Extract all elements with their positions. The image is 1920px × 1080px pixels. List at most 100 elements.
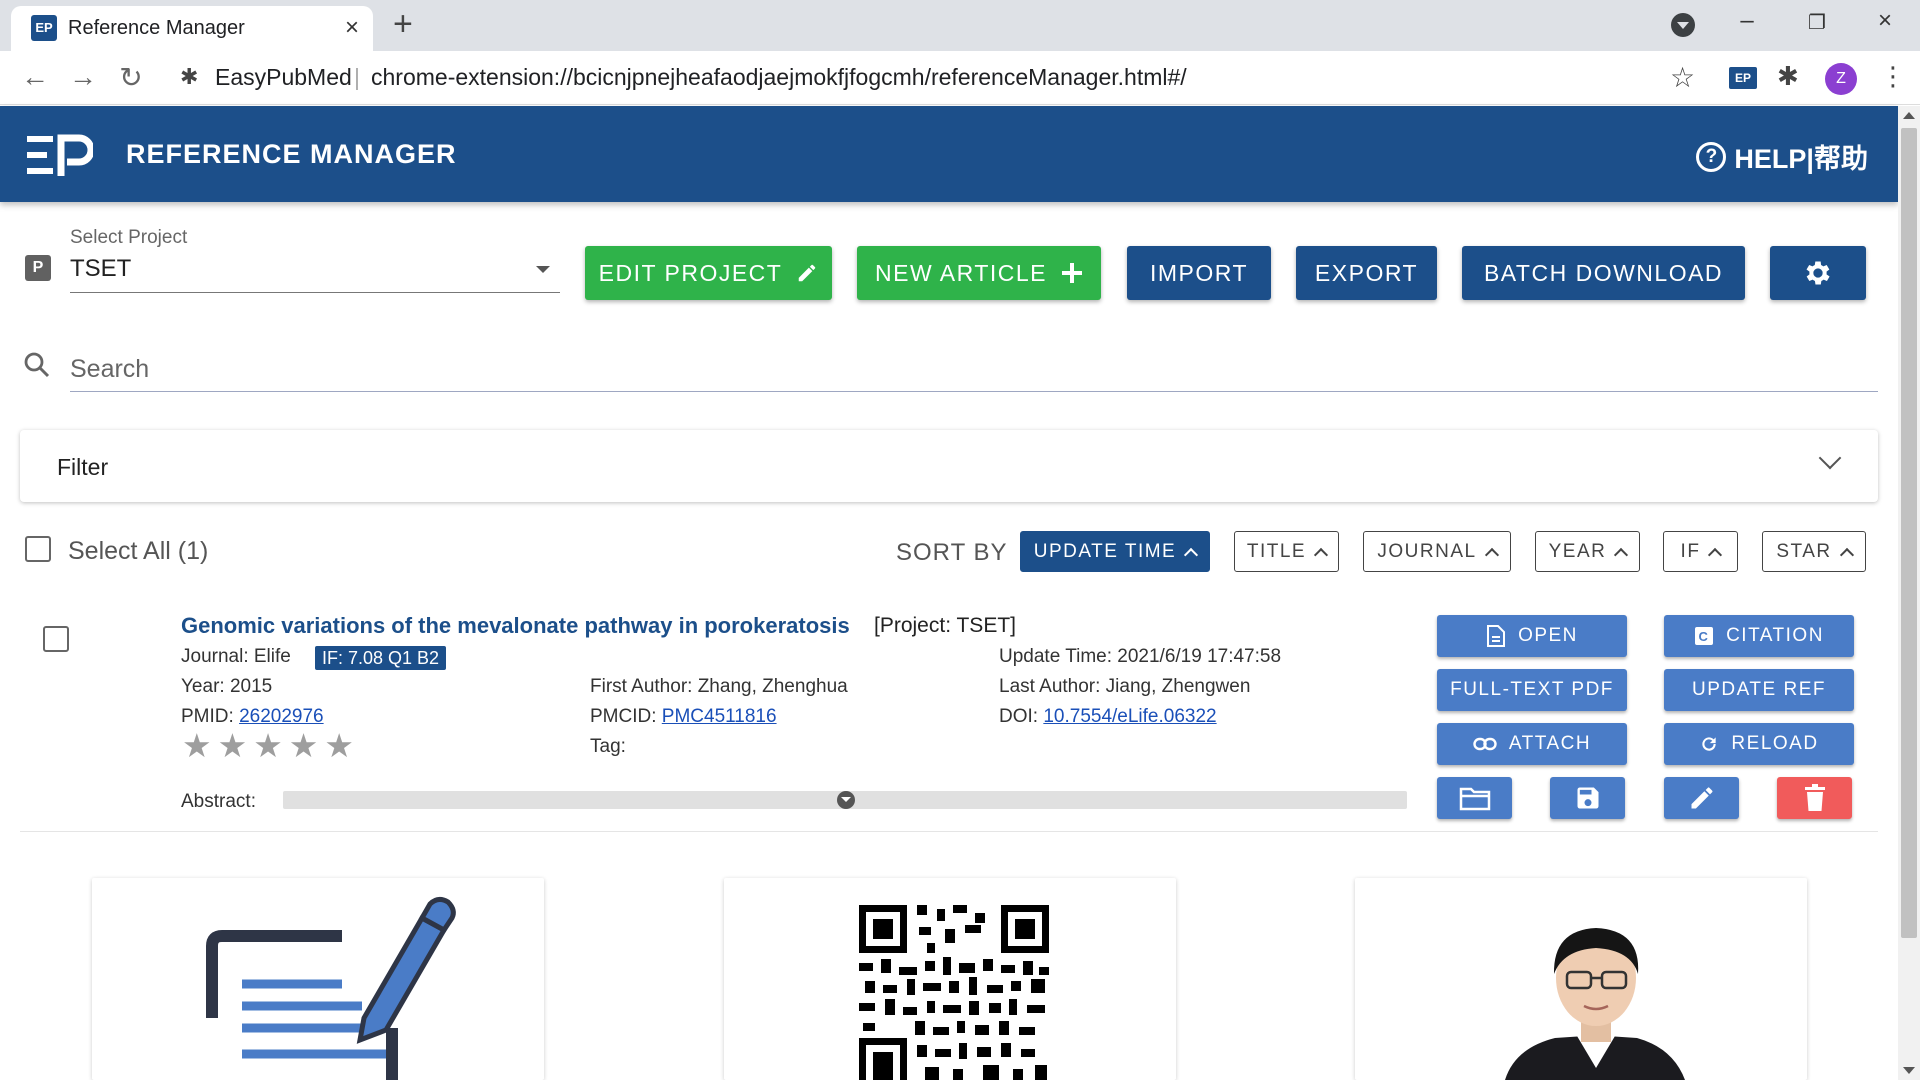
abstract-expand-icon[interactable]	[837, 791, 855, 809]
settings-button[interactable]	[1770, 246, 1866, 300]
chevron-up-icon	[1708, 547, 1723, 562]
batch-download-button[interactable]: BATCH DOWNLOAD	[1462, 246, 1745, 300]
import-button[interactable]: IMPORT	[1127, 246, 1271, 300]
sort-journal-button[interactable]: JOURNAL	[1363, 531, 1511, 572]
window-restore-button[interactable]: ❐	[1797, 10, 1837, 35]
edit-project-button[interactable]: EDIT PROJECT	[585, 246, 832, 300]
article-project-tag: [Project: TSET]	[874, 614, 1016, 637]
scroll-down-arrow-icon[interactable]	[1903, 1067, 1915, 1074]
floppy-disk-icon	[1577, 787, 1598, 809]
window-minimize-button[interactable]: –	[1727, 7, 1767, 35]
star-rating[interactable]: ★ ★ ★ ★ ★	[182, 729, 354, 762]
full-text-pdf-button[interactable]: FULL-TEXT PDF	[1437, 669, 1627, 711]
new-article-button[interactable]: NEW ARTICLE	[857, 246, 1101, 300]
attach-button[interactable]: ATTACH	[1437, 723, 1627, 765]
filter-panel[interactable]: Filter	[20, 430, 1878, 502]
easypubmed-extension-icon[interactable]: EP	[1729, 67, 1757, 89]
back-arrow-icon[interactable]: ←	[17, 61, 53, 93]
document-icon	[1487, 625, 1506, 647]
easypubmed-favicon-icon: EP	[31, 15, 57, 41]
pencil-icon	[799, 264, 816, 282]
search-icon	[24, 352, 50, 378]
citation-label: CITATION	[1726, 625, 1824, 646]
extensions-puzzle-icon[interactable]: ✱	[1777, 61, 1799, 92]
omnibox-extension-name[interactable]: EasyPubMed	[215, 64, 352, 91]
pmid-label: PMID:	[181, 706, 240, 727]
tab-title: Reference Manager	[68, 17, 245, 39]
star-icon[interactable]: ★	[182, 729, 212, 762]
project-select[interactable]: TSET	[70, 251, 560, 293]
impact-factor-badge: IF: 7.08 Q1 B2	[315, 646, 447, 670]
author-photo-card	[1355, 878, 1807, 1080]
star-icon[interactable]: ★	[253, 729, 283, 762]
new-tab-button[interactable]: +	[393, 7, 413, 41]
attach-label: ATTACH	[1508, 733, 1592, 754]
gear-icon	[1806, 261, 1830, 285]
chevron-up-icon	[1839, 547, 1854, 562]
citation-icon: C	[1695, 627, 1714, 645]
browser-menu-icon[interactable]: ⋮	[1880, 61, 1906, 92]
chevron-down-icon	[1818, 446, 1842, 470]
open-folder-button[interactable]	[1437, 777, 1512, 819]
tab-close-icon[interactable]: ×	[345, 14, 359, 42]
article-pmid: PMID: 26202976	[181, 706, 324, 728]
help-circle-icon: ?	[1696, 141, 1727, 172]
search-input[interactable]	[70, 348, 1878, 392]
easypubmed-logo-icon	[27, 134, 93, 176]
chevron-up-icon	[1184, 547, 1199, 562]
bookmark-star-icon[interactable]: ☆	[1670, 61, 1695, 94]
sort-option-label: UPDATE TIME	[1033, 540, 1177, 562]
citation-button[interactable]: C CITATION	[1664, 615, 1854, 657]
delete-button[interactable]	[1777, 777, 1852, 819]
sort-option-label: TITLE	[1246, 540, 1307, 562]
abstract-label: Abstract:	[181, 791, 256, 812]
sort-year-button[interactable]: YEAR	[1535, 531, 1640, 572]
page-scrollbar[interactable]	[1898, 106, 1920, 1080]
article-year: Year: 2015	[181, 676, 273, 697]
article-doi: DOI: 10.7554/eLife.06322	[999, 706, 1217, 728]
tab-search-icon[interactable]	[1671, 13, 1695, 37]
profile-avatar[interactable]: Z	[1825, 63, 1857, 95]
open-button[interactable]: OPEN	[1437, 615, 1627, 657]
scroll-up-arrow-icon[interactable]	[1903, 112, 1915, 119]
reload-button[interactable]: RELOAD	[1664, 723, 1854, 765]
sort-option-label: YEAR	[1548, 540, 1607, 562]
pmcid-label: PMCID:	[590, 706, 662, 727]
article-journal: Journal: Elife	[181, 646, 291, 667]
sort-option-label: JOURNAL	[1377, 540, 1477, 562]
update-ref-button[interactable]: UPDATE REF	[1664, 669, 1854, 711]
sort-update-time-button[interactable]: UPDATE TIME	[1020, 531, 1210, 572]
sort-star-button[interactable]: STAR	[1762, 531, 1866, 572]
edit-article-button[interactable]	[1664, 777, 1739, 819]
reload-icon[interactable]: ↻	[113, 61, 149, 94]
address-bar-url[interactable]: chrome-extension://bcicnjpnejheafaodjaej…	[371, 64, 1187, 91]
browser-toolbar: ← → ↻ ✱ EasyPubMed | chrome-extension://…	[0, 51, 1920, 105]
article-last-author: Last Author: Jiang, Zhengwen	[999, 676, 1251, 697]
chevron-up-icon	[1484, 547, 1499, 562]
app-header: REFERENCE MANAGER ? HELP|帮助	[0, 106, 1898, 202]
star-icon[interactable]: ★	[324, 729, 354, 762]
filter-label: Filter	[57, 454, 109, 480]
project-icon: P	[25, 255, 51, 281]
qr-code-card	[724, 878, 1176, 1080]
article-title[interactable]: Genomic variations of the mevalonate pat…	[181, 613, 850, 639]
scrollbar-thumb[interactable]	[1901, 128, 1917, 938]
star-icon[interactable]: ★	[289, 729, 319, 762]
article-divider	[20, 831, 1878, 832]
export-button[interactable]: EXPORT	[1296, 246, 1437, 300]
help-button[interactable]: ? HELP|帮助	[1696, 137, 1868, 176]
window-close-button[interactable]: ×	[1865, 7, 1905, 35]
browser-tab[interactable]: EP Reference Manager ×	[11, 6, 373, 51]
article-checkbox[interactable]	[43, 626, 69, 652]
doi-link[interactable]: 10.7554/eLife.06322	[1043, 706, 1216, 727]
folder-icon	[1459, 787, 1490, 811]
pmid-link[interactable]: 26202976	[239, 706, 324, 727]
pmcid-link[interactable]: PMC4511816	[662, 706, 777, 727]
sort-title-button[interactable]: TITLE	[1234, 531, 1339, 572]
sort-if-button[interactable]: IF	[1663, 531, 1738, 572]
select-all-checkbox[interactable]	[25, 536, 51, 562]
forward-arrow-icon[interactable]: →	[65, 61, 101, 93]
save-button[interactable]	[1550, 777, 1625, 819]
reload-label: RELOAD	[1731, 733, 1819, 754]
star-icon[interactable]: ★	[218, 729, 248, 762]
